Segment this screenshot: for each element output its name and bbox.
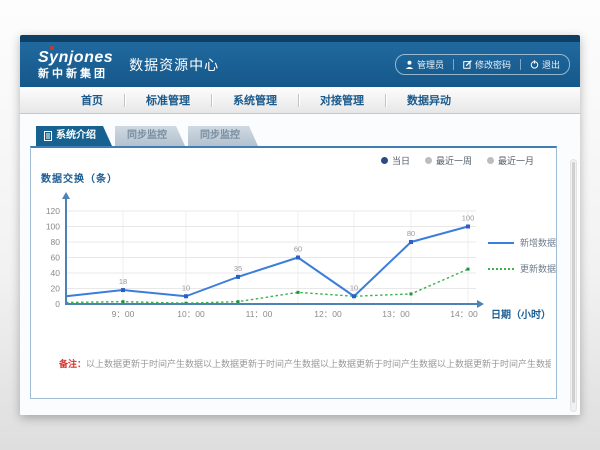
brand-logo-cn: 新中新集团 — [38, 69, 113, 80]
legend-update-data-label: 更新数据 — [520, 262, 556, 275]
data-point-label: 100 — [462, 214, 475, 223]
filter-last-month[interactable]: 最近一月 — [487, 154, 534, 167]
update-data-point — [297, 291, 300, 294]
update-data-point — [410, 292, 413, 295]
update-data-point — [467, 268, 470, 271]
new-data-point — [236, 275, 240, 279]
x-tick-label: 14：00 — [450, 309, 478, 319]
logout-button[interactable]: 退出 — [521, 55, 569, 74]
y-tick-label: 20 — [51, 284, 61, 294]
nav-item-standard-mgmt[interactable]: 标准管理 — [125, 92, 211, 108]
x-tick-label: 9：00 — [112, 309, 135, 319]
data-point-label: 10 — [182, 283, 190, 292]
footnote-text: 以上数据更新于时间产生数据以上数据更新于时间产生数据以上数据更新于时间产生数据以… — [86, 359, 551, 369]
new-data-point — [296, 256, 300, 260]
filter-today[interactable]: 当日 — [381, 154, 410, 167]
brand-logo-en: Synjones — [38, 50, 113, 66]
update-data-point — [237, 300, 240, 303]
edit-icon — [463, 60, 472, 69]
nav-item-interface-mgmt[interactable]: 对接管理 — [299, 92, 385, 108]
data-point-label: 18 — [119, 277, 127, 286]
legend-item-new-data: 新增数据 — [488, 236, 556, 249]
document-icon — [44, 131, 52, 141]
new-data-point — [352, 294, 356, 298]
tab-label: 系统介绍 — [56, 126, 96, 146]
y-tick-label: 80 — [51, 237, 61, 247]
filter-last-week[interactable]: 最近一周 — [425, 154, 472, 167]
tab-system-intro[interactable]: 系统介绍 — [36, 126, 112, 146]
nav-item-home[interactable]: 首页 — [60, 92, 124, 108]
legend-new-data-label: 新增数据 — [520, 236, 556, 249]
vertical-scrollbar[interactable] — [570, 159, 577, 412]
app-title: 数据资源中心 — [129, 55, 219, 75]
content-area: 系统介绍 同步监控 同步监控 当日 最近一周 — [20, 114, 580, 415]
chart-panel: 当日 最近一周 最近一月 数据交换（条） 18 10 35 60 10 80 100 0 20 4… — [30, 146, 557, 399]
nav-item-data-change[interactable]: 数据异动 — [386, 92, 472, 108]
x-axis-title: 日期（小时） — [491, 306, 551, 321]
y-tick-label: 0 — [55, 299, 60, 309]
new-data-point — [184, 294, 188, 298]
window-top-strip — [20, 35, 580, 42]
scrollbar-thumb[interactable] — [572, 162, 575, 403]
nav-item-system-mgmt[interactable]: 系统管理 — [212, 92, 298, 108]
x-tick-label: 12：00 — [314, 309, 342, 319]
y-axis-title: 数据交换（条） — [41, 170, 118, 185]
y-axis-arrow-icon — [62, 192, 70, 199]
filter-last-month-label: 最近一月 — [498, 154, 534, 167]
data-point-label: 60 — [294, 245, 302, 254]
range-filter-group: 当日 最近一周 最近一月 — [381, 154, 534, 167]
brand-logo: Synjones 新中新集团 — [38, 50, 113, 80]
line-chart: 18 10 35 60 10 80 100 0 20 40 60 80 100 120 9：00 10：00 1… — [31, 188, 558, 338]
logo-letter: S — [38, 49, 49, 66]
radio-selected-icon — [381, 157, 388, 164]
filter-today-label: 当日 — [392, 154, 410, 167]
tab-label: 同步监控 — [127, 126, 167, 146]
new-data-point — [466, 225, 470, 229]
tab-label: 同步监控 — [200, 126, 240, 146]
data-point-label: 80 — [407, 229, 415, 238]
admin-button[interactable]: 管理员 — [396, 55, 453, 74]
update-data-line — [66, 269, 468, 303]
logo-letter-y: y — [49, 49, 58, 66]
footnote-label: 备注： — [59, 359, 86, 369]
x-tick-label: 10：00 — [177, 309, 205, 319]
data-point-label: 10 — [350, 283, 358, 292]
y-tick-label: 120 — [46, 206, 60, 216]
admin-label: 管理员 — [417, 58, 444, 71]
user-icon — [405, 60, 414, 69]
footnote: 备注：以上数据更新于时间产生数据以上数据更新于时间产生数据以上数据更新于时间产生… — [59, 357, 551, 370]
radio-icon — [487, 157, 494, 164]
radio-icon — [425, 157, 432, 164]
tab-sync-monitor-2[interactable]: 同步监控 — [188, 126, 258, 146]
main-nav: 首页 标准管理 系统管理 对接管理 数据异动 — [20, 87, 580, 114]
x-axis-arrow-icon — [477, 300, 484, 308]
update-data-point — [122, 300, 125, 303]
y-tick-label: 60 — [51, 253, 61, 263]
y-tick-label: 40 — [51, 268, 61, 278]
new-data-point — [409, 240, 413, 244]
new-data-point — [121, 288, 125, 292]
tab-sync-monitor-1[interactable]: 同步监控 — [115, 126, 185, 146]
y-tick-label: 100 — [46, 222, 60, 232]
x-tick-label: 13：00 — [382, 309, 410, 319]
app-window: Synjones 新中新集团 数据资源中心 管理员 修改密码 退出 首页 标准管… — [20, 35, 580, 415]
filter-last-week-label: 最近一周 — [436, 154, 472, 167]
chart-legend: 新增数据 更新数据 — [488, 236, 556, 275]
change-password-label: 修改密码 — [475, 58, 511, 71]
legend-item-update-data: 更新数据 — [488, 262, 556, 275]
user-actions-group: 管理员 修改密码 退出 — [395, 54, 570, 75]
solid-line-icon — [488, 242, 514, 244]
dotted-line-icon — [488, 268, 514, 270]
x-tick-label: 11：00 — [246, 309, 273, 319]
logo-letters: njones — [59, 49, 114, 66]
power-icon — [530, 60, 539, 69]
logout-label: 退出 — [542, 58, 560, 71]
tab-bar: 系统介绍 同步监控 同步监控 — [36, 126, 570, 146]
data-point-label: 35 — [234, 264, 242, 273]
change-password-button[interactable]: 修改密码 — [454, 55, 520, 74]
app-header: Synjones 新中新集团 数据资源中心 管理员 修改密码 退出 — [20, 42, 580, 87]
